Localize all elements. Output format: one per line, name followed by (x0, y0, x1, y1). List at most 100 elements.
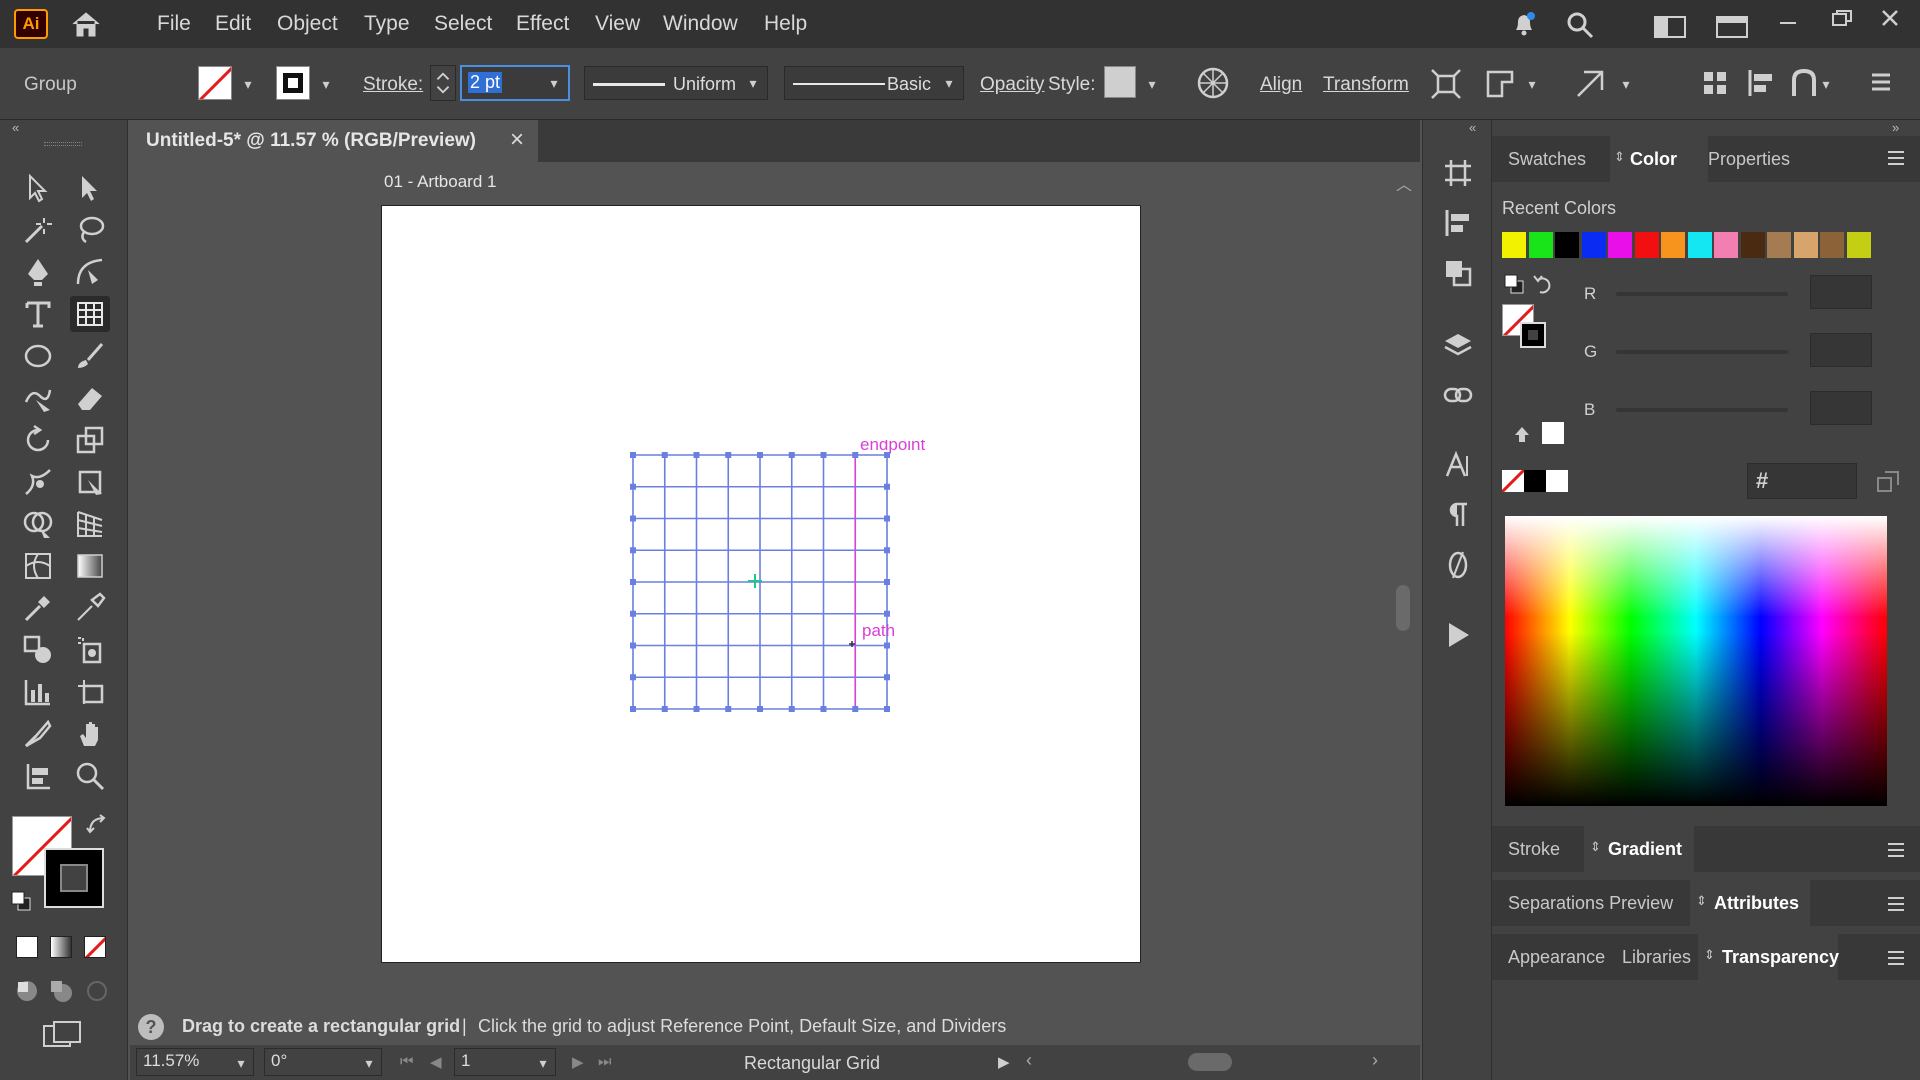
zoom-tool-icon[interactable] (70, 758, 110, 794)
warp-tool-icon[interactable] (18, 464, 58, 500)
workspace-layout-icon[interactable] (1654, 16, 1686, 38)
white-color-swatch[interactable] (1546, 470, 1568, 492)
none-color-swatch[interactable] (1502, 470, 1524, 492)
recolor-artwork-icon[interactable] (1196, 66, 1230, 100)
stroke-weight-stepper[interactable] (430, 65, 456, 101)
rotation-field[interactable]: 0° ▾ (264, 1048, 382, 1076)
perspective-grid-tool-icon[interactable] (70, 506, 110, 542)
recent-color-swatch[interactable] (1846, 232, 1871, 258)
stroke-swatch-dropdown-icon[interactable]: ▾ (318, 76, 334, 92)
measure-tool-icon[interactable] (70, 590, 110, 626)
brush-dropdown-icon[interactable]: ▾ (941, 75, 957, 91)
scale-tool-icon[interactable] (70, 422, 110, 458)
black-color-swatch[interactable] (1524, 470, 1546, 492)
eraser-tool-icon[interactable] (70, 380, 110, 416)
stroke-weight-dropdown-icon[interactable]: ▾ (546, 75, 562, 91)
horizontal-scroll-thumb[interactable] (1188, 1053, 1232, 1071)
notification-bell-icon[interactable] (1510, 10, 1538, 38)
recent-color-swatch[interactable] (1820, 232, 1844, 258)
tab-transparency[interactable]: Transparency (1722, 947, 1839, 968)
dock-collapse-icon[interactable]: « (1469, 120, 1476, 135)
align-label[interactable]: Align (1260, 74, 1302, 96)
gradient-tool-icon[interactable] (70, 548, 110, 584)
recent-color-swatch[interactable] (1502, 232, 1526, 258)
tab-color[interactable]: Color (1630, 149, 1677, 170)
search-icon[interactable] (1565, 10, 1595, 40)
stroke-label[interactable]: Stroke: (363, 74, 423, 96)
first-artboard-icon[interactable]: ⏮ (400, 1053, 414, 1070)
tab-properties[interactable]: Properties (1708, 149, 1790, 170)
artboard-label[interactable]: 01 - Artboard 1 (384, 172, 496, 192)
lasso-tool-icon[interactable] (70, 212, 110, 248)
paragraph-panel-icon[interactable] (1443, 500, 1473, 530)
align-to-icon[interactable] (1700, 68, 1730, 98)
status-menu-arrow-icon[interactable]: ▶ (998, 1053, 1010, 1071)
recent-color-swatch[interactable] (1714, 232, 1738, 258)
control-bar-menu-icon[interactable] (1870, 72, 1892, 92)
toolbox-grip[interactable] (44, 142, 82, 146)
help-icon[interactable]: ? (138, 1014, 164, 1040)
type-tool-icon[interactable] (18, 296, 58, 332)
fill-dropdown-icon[interactable]: ▾ (240, 76, 256, 92)
vertical-scroll-thumb[interactable] (1396, 585, 1410, 631)
home-icon[interactable] (70, 10, 102, 38)
channel-g-slider[interactable] (1616, 350, 1788, 354)
restore-icon[interactable] (1832, 10, 1852, 26)
menu-help[interactable]: Help (764, 12, 807, 36)
menu-window[interactable]: Window (663, 12, 738, 36)
blend-tool-icon[interactable] (18, 632, 58, 668)
recent-color-swatch[interactable] (1555, 232, 1579, 258)
channel-g-value-field[interactable] (1810, 333, 1872, 367)
arrange-documents-icon[interactable] (1716, 16, 1748, 38)
previous-artboard-icon[interactable]: ◀ (430, 1053, 442, 1071)
menu-edit[interactable]: Edit (215, 12, 251, 36)
tab-separations-preview[interactable]: Separations Preview (1508, 893, 1673, 914)
envelope-distort-icon[interactable] (1484, 68, 1516, 100)
fill-swatch[interactable] (198, 66, 232, 100)
reset-colors-icon[interactable] (1532, 272, 1556, 296)
default-fill-stroke-icon[interactable] (10, 890, 32, 912)
stroke-color-swatch[interactable] (44, 848, 104, 908)
toolbox-collapse-icon[interactable]: « (12, 120, 19, 135)
tab-stroke[interactable]: Stroke (1508, 839, 1560, 860)
layers-panel-icon[interactable] (1443, 330, 1473, 360)
column-graph-tool-icon[interactable] (18, 674, 58, 710)
paintbrush-tool-icon[interactable] (70, 338, 110, 374)
tab-gradient[interactable]: Gradient (1608, 839, 1682, 860)
swap-fill-stroke-icon[interactable] (86, 814, 108, 836)
rotate-tool-icon[interactable] (18, 422, 58, 458)
stroke-swatch[interactable] (276, 66, 310, 100)
character-panel-icon[interactable] (1443, 450, 1473, 480)
menu-effect[interactable]: Effect (516, 12, 569, 36)
shape-mode-icon[interactable] (1790, 68, 1820, 98)
graphic-style-swatch[interactable] (1104, 66, 1136, 98)
recent-color-swatch[interactable] (1767, 232, 1791, 258)
hand-tool-icon[interactable] (70, 716, 110, 752)
horizontal-scrollbar[interactable]: ‹ › (1022, 1049, 1402, 1075)
puppet-warp-icon[interactable] (1574, 68, 1606, 100)
curvature-tool-icon[interactable] (70, 254, 110, 290)
symbol-sprayer-tool-icon[interactable] (70, 632, 110, 668)
shaper-tool-icon[interactable] (18, 380, 58, 416)
scroll-up-arrow-icon[interactable]: ︿ (1396, 171, 1412, 195)
zoom-dropdown-icon[interactable]: ▾ (233, 1055, 249, 1071)
rectangular-grid-object[interactable]: endpoint path (620, 440, 940, 720)
eyedropper-tool-icon[interactable] (18, 590, 58, 626)
channel-r-slider[interactable] (1616, 292, 1788, 296)
align-left-icon[interactable] (1746, 68, 1776, 98)
brush-definition-dropdown[interactable]: Basic ▾ (784, 66, 964, 100)
transform-label[interactable]: Transform (1323, 74, 1409, 96)
menu-type[interactable]: Type (364, 12, 410, 36)
recent-color-swatch[interactable] (1687, 232, 1712, 258)
recent-color-swatch[interactable] (1740, 232, 1765, 258)
color-mode-icon[interactable] (16, 936, 38, 958)
attributes-group-menu-icon[interactable] (1886, 896, 1906, 912)
channel-b-slider[interactable] (1616, 408, 1788, 412)
close-window-icon[interactable] (1880, 8, 1900, 28)
rectangular-grid-tool-icon[interactable] (70, 296, 110, 332)
tab-attributes[interactable]: Attributes (1714, 893, 1799, 914)
close-document-icon[interactable]: × (510, 126, 524, 154)
recent-color-swatch[interactable] (1528, 232, 1553, 258)
align-panel-icon[interactable] (1443, 208, 1473, 238)
magic-wand-tool-icon[interactable] (18, 212, 58, 248)
